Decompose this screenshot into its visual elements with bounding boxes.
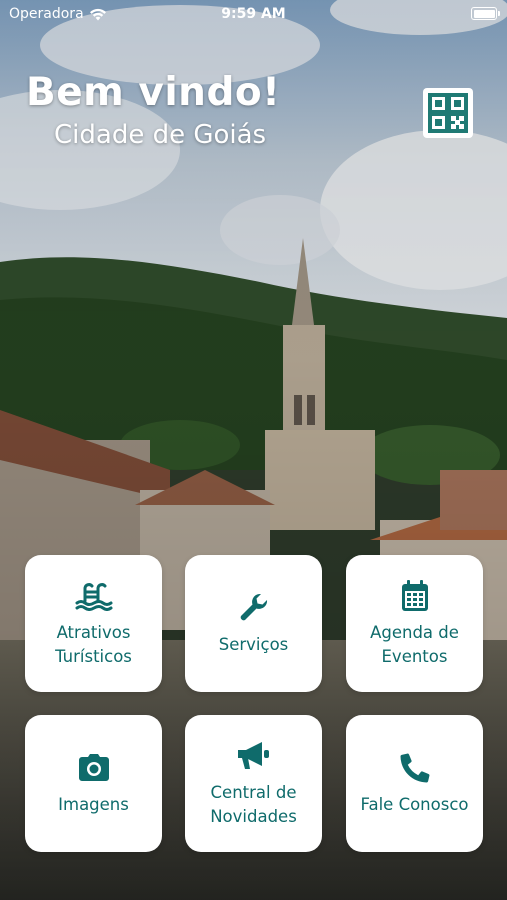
calendar-icon	[401, 579, 428, 611]
clock: 9:59 AM	[221, 6, 286, 22]
menu-tile-servicos[interactable]: Serviços	[185, 555, 322, 692]
menu-tile-label: Imagens	[58, 794, 129, 814]
city-name: Cidade de Goiás	[54, 120, 267, 150]
menu-tile-central-de-novidades[interactable]: Central de Novidades	[185, 715, 322, 852]
battery-icon	[471, 7, 500, 20]
camera-icon	[78, 753, 109, 781]
menu-tile-label: Central de Novidades	[210, 782, 297, 826]
menu-tile-label: Fale Conosco	[360, 794, 469, 814]
menu-tile-agenda-de-eventos[interactable]: Agenda de Eventos	[346, 555, 483, 692]
qr-code-button[interactable]	[423, 88, 473, 138]
qr-code-icon	[428, 93, 468, 133]
phone-icon	[399, 753, 429, 783]
menu-tile-label: Atrativos Turísticos	[55, 622, 132, 666]
pool-icon	[75, 582, 112, 611]
menu-tile-imagens[interactable]: Imagens	[25, 715, 162, 852]
menu-tile-label: Serviços	[218, 634, 289, 654]
home-screen: Operadora 9:59 AM Bem vindo! Cidade de G…	[0, 0, 507, 900]
welcome-title: Bem vindo!	[26, 70, 281, 115]
menu-tile-fale-conosco[interactable]: Fale Conosco	[346, 715, 483, 852]
status-bar: Operadora 9:59 AM	[0, 0, 507, 28]
wrench-icon	[240, 593, 267, 620]
menu-tile-label: Agenda de Eventos	[370, 622, 459, 666]
megaphone-icon	[237, 741, 269, 769]
menu-tile-atrativos-turisticos[interactable]: Atrativos Turísticos	[25, 555, 162, 692]
